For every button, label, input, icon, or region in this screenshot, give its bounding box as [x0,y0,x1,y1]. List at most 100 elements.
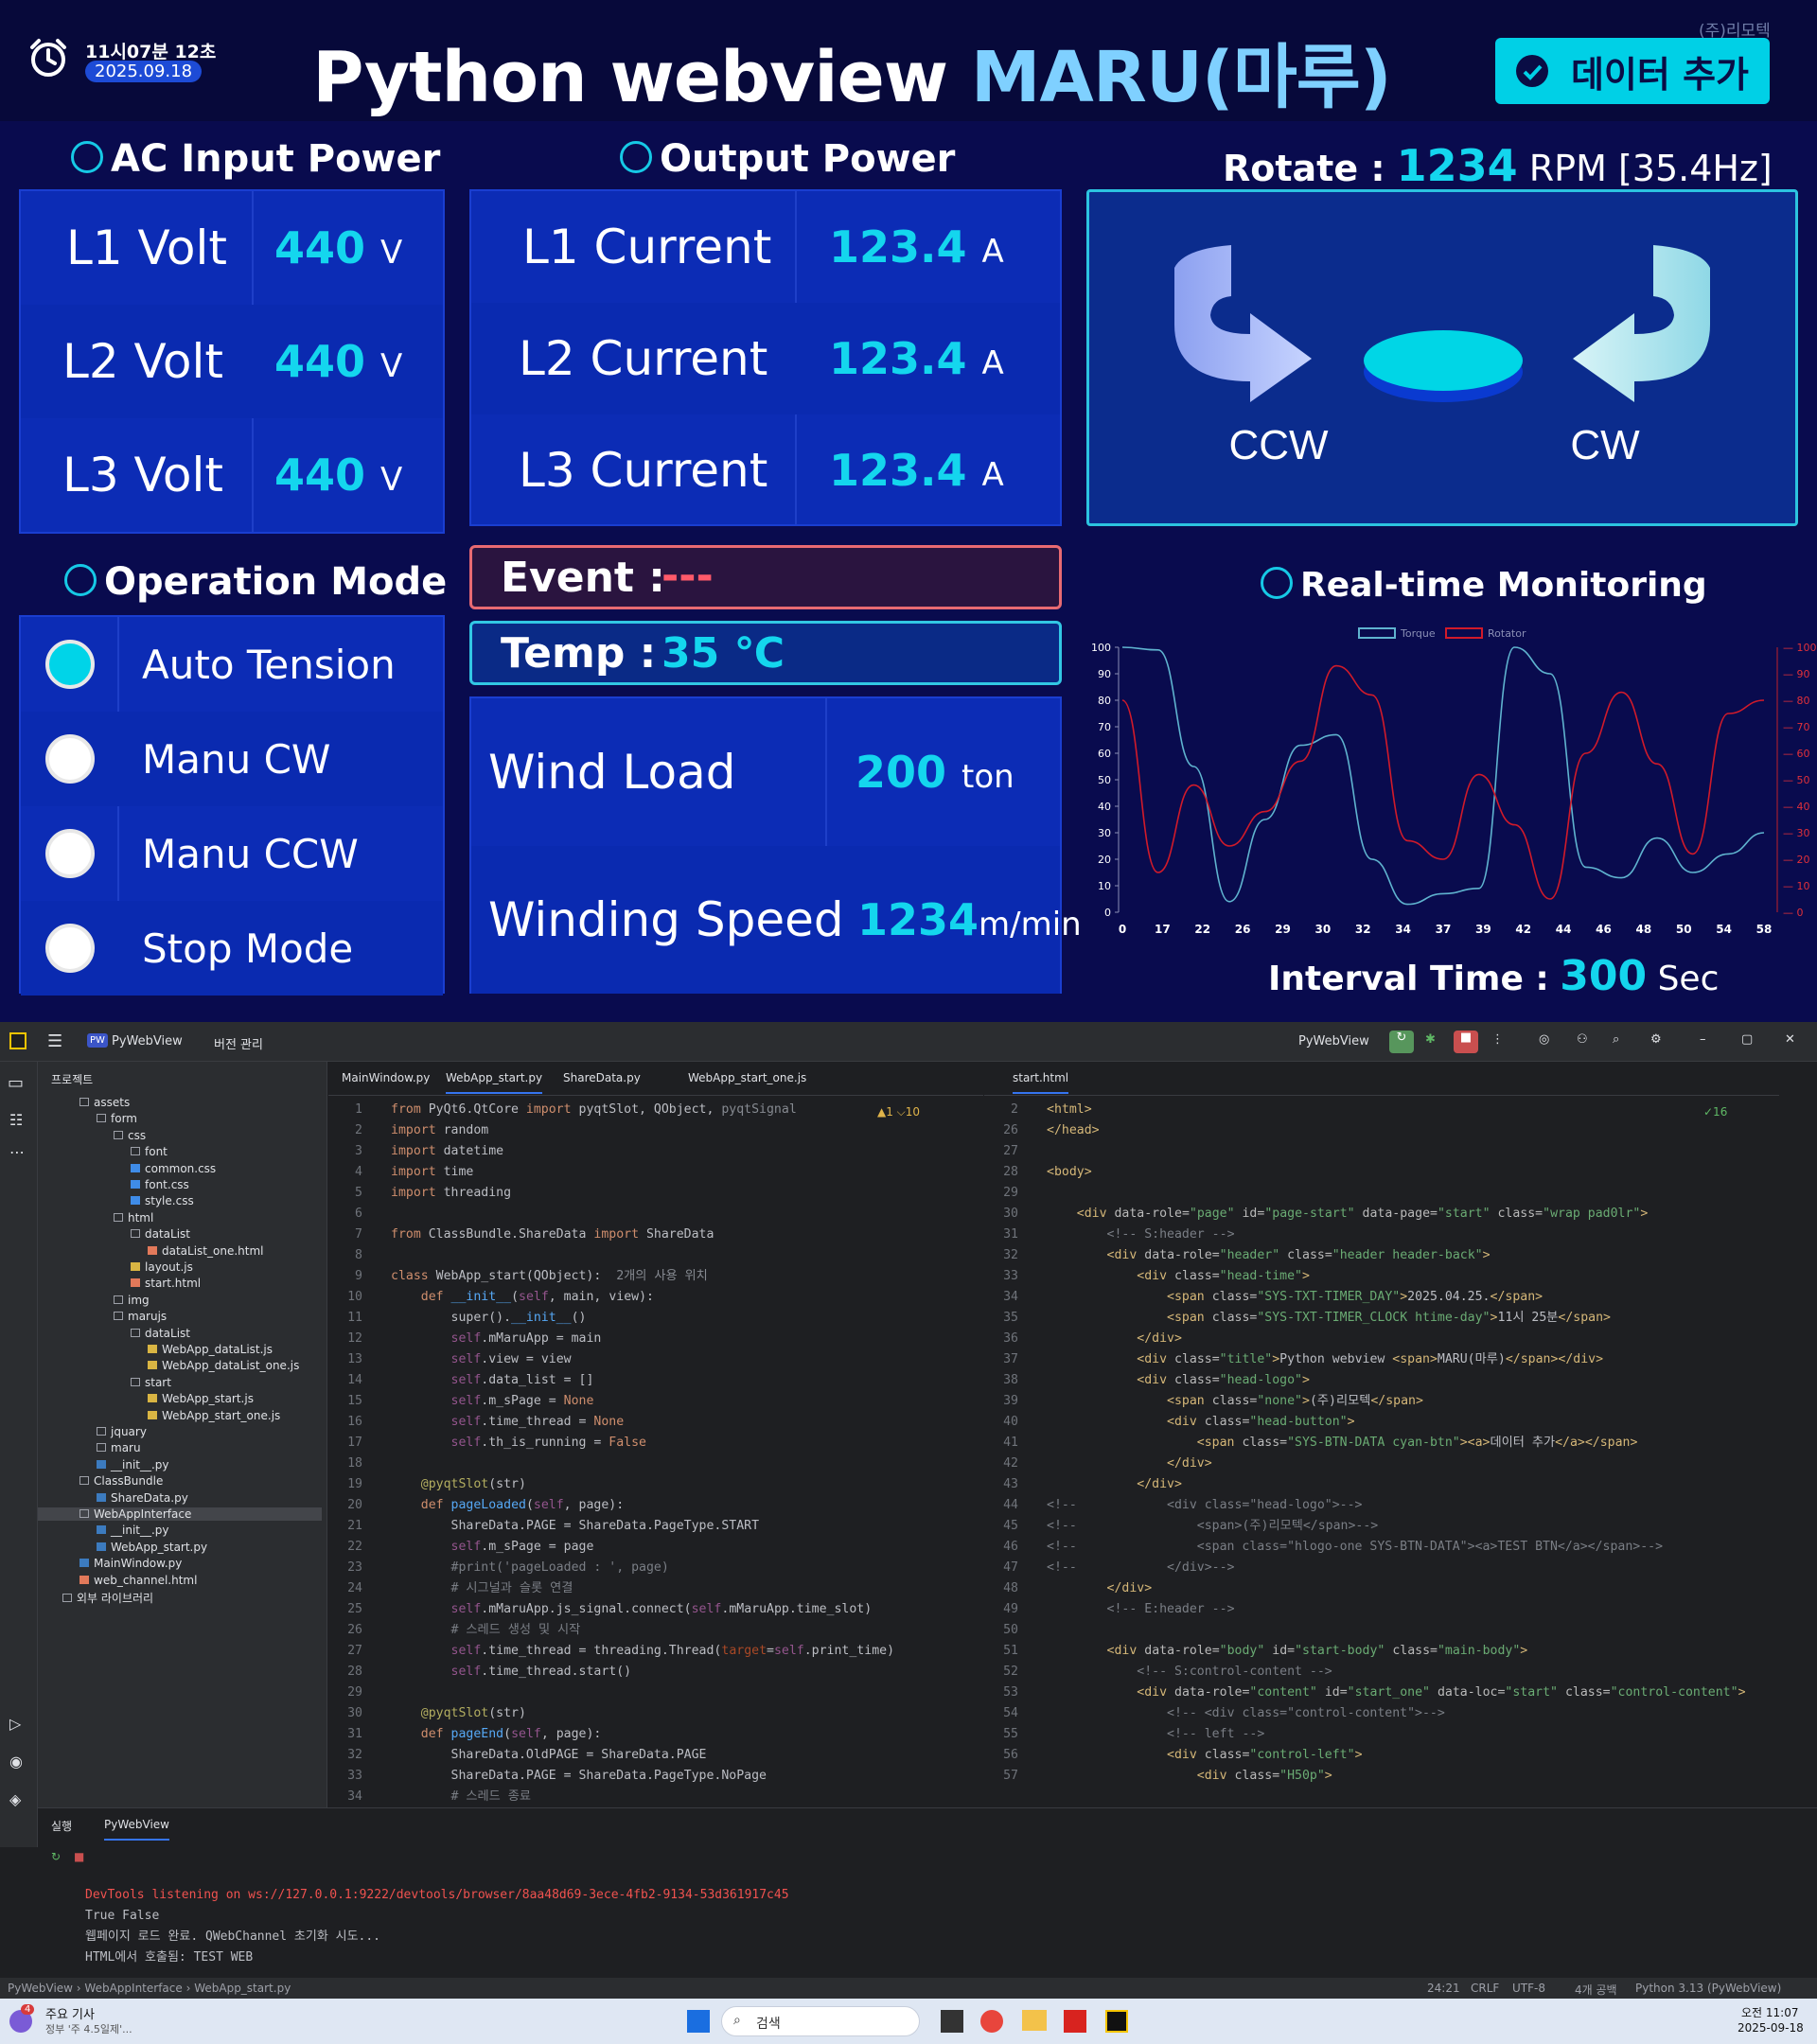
tab-webapp-start-one-js[interactable]: WebApp_start_one.js [688,1071,806,1084]
winding-speed-value: 1234 [857,894,979,945]
tree-item[interactable]: WebApp_dataList_one.js [148,1359,299,1372]
cursor-position[interactable]: 24:21 [1427,1982,1460,1995]
tree-item[interactable]: common.css [131,1162,216,1175]
mode-manu-cw[interactable]: Manu CW [21,712,443,806]
run-tab-label[interactable]: 실행 [51,1818,72,1834]
rotate-title: Rotate : 1234 RPM [35.4Hz] [1223,140,1773,191]
minimize-icon[interactable]: – [1700,1032,1706,1047]
run-tool-icon[interactable]: ▷ [9,1715,21,1733]
cw-arrow-icon[interactable] [1573,245,1710,402]
rerun-icon[interactable]: ↻ [1389,1031,1414,1053]
folder-icon[interactable]: ▭ [8,1073,24,1093]
tree-item[interactable]: WebAppInterface [38,1507,322,1521]
tree-item[interactable]: assets [79,1096,130,1109]
file-encoding[interactable]: UTF-8 [1512,1982,1545,1995]
radio-empty-icon[interactable] [45,734,95,784]
tree-item[interactable]: 외부 라이브러리 [62,1590,153,1606]
structure-icon[interactable]: ☷ [9,1111,23,1129]
chrome-icon[interactable] [980,2010,1003,2033]
tab-mainwindow[interactable]: MainWindow.py [342,1071,430,1084]
tree-item-label: assets [94,1096,131,1109]
layers-icon[interactable]: ◈ [9,1790,21,1808]
breadcrumb-item[interactable]: PyWebView [8,1982,73,1995]
tree-item[interactable]: style.css [131,1194,194,1207]
tab-start-html[interactable]: start.html [1013,1071,1069,1094]
rerun-small-icon[interactable]: ↻ [51,1850,61,1863]
tree-item[interactable]: html [114,1211,153,1225]
taskbar-clock-time[interactable]: 오전 11:07 [1741,2004,1798,2020]
ai-assistant-icon[interactable]: ◎ [1539,1032,1549,1047]
tree-item[interactable]: MainWindow.py [79,1557,182,1570]
tab-webapp-start[interactable]: WebApp_start.py [446,1071,543,1094]
radio-empty-icon[interactable] [45,829,95,878]
mode-stop[interactable]: Stop Mode [21,901,443,996]
tree-item[interactable]: img [114,1294,150,1307]
add-user-icon[interactable]: ⚇ [1577,1032,1588,1047]
more-icon[interactable]: ⋮ [1491,1032,1504,1047]
news-subtitle[interactable]: 정부 '주 4.5일제'... [45,2021,132,2036]
run-tab[interactable]: PyWebView [104,1818,169,1841]
wind-load-value: 200 [856,747,947,798]
stop-small-icon[interactable]: ■ [74,1850,84,1863]
tree-item[interactable]: font.css [131,1178,189,1191]
tree-item[interactable]: dataList [131,1227,190,1241]
tree-item[interactable]: __init__.py [97,1458,169,1471]
html-editor[interactable]: start.html ✓16 2 <html> 26 </head> 27 28 <b… [984,1062,1779,1847]
pycharm-icon[interactable] [1105,2010,1128,2033]
main-menu-icon[interactable]: ☰ [47,1031,62,1051]
tree-item[interactable]: font [131,1145,168,1158]
windows-start-icon[interactable] [687,2010,710,2033]
more-tools-icon[interactable]: ⋯ [9,1143,25,1161]
vcs-menu[interactable]: 버전 관리 [214,1034,263,1052]
tree-item[interactable]: maru [97,1441,141,1454]
tree-item[interactable]: start.html [131,1277,201,1290]
line-separator[interactable]: CRLF [1471,1982,1499,1995]
search-icon[interactable]: ⌕ [1613,1032,1619,1047]
ac-l2-label: L2 Volt [62,334,223,389]
tree-item[interactable]: layout.js [131,1260,193,1274]
tree-item[interactable]: css [114,1129,146,1142]
tree-item[interactable]: start [131,1376,171,1389]
tree-item[interactable]: form [97,1112,137,1125]
tree-item[interactable]: WebApp_start_one.js [148,1409,280,1422]
add-data-button[interactable]: 데이터 추가 [1495,38,1770,104]
breadcrumb-item[interactable]: WebApp_start.py [194,1982,291,1995]
tree-item[interactable]: __init__.py [97,1524,169,1537]
run-config-selector[interactable]: PyWebView [1298,1034,1369,1048]
breadcrumb-item[interactable]: WebAppInterface [84,1982,182,1995]
tree-item[interactable]: dataList_one.html [148,1244,263,1258]
maximize-icon[interactable]: ▢ [1741,1032,1753,1047]
python-packages-icon[interactable]: ◉ [9,1753,23,1771]
tree-item-label: ClassBundle [94,1474,164,1489]
tree-item[interactable]: web_channel.html [79,1574,197,1587]
tree-item[interactable]: jquary [97,1425,147,1438]
taskbar-search[interactable]: ⌕ 검색 [721,2006,920,2036]
indent-setting[interactable]: 4개 공백 [1575,1982,1617,1998]
tree-item[interactable]: WebApp_start.py [97,1541,207,1554]
terminal-icon[interactable] [941,2010,963,2033]
file-explorer-icon[interactable] [1022,2010,1047,2031]
project-panel-title[interactable]: 프로젝트 [51,1071,93,1087]
news-title[interactable]: 주요 기사 [45,2004,95,2022]
tree-item[interactable]: WebApp_start.js [148,1392,254,1405]
mode-manu-ccw[interactable]: Manu CCW [21,806,443,901]
project-switcher[interactable]: PyWebView [112,1034,183,1048]
ccw-arrow-icon[interactable] [1174,245,1312,402]
radio-selected-icon[interactable] [45,640,95,689]
acrobat-icon[interactable] [1064,2010,1086,2033]
debug-icon[interactable]: ✱ [1425,1032,1436,1047]
taskbar-clock-date[interactable]: 2025-09-18 [1738,2021,1804,2035]
tree-item[interactable]: WebApp_dataList.js [148,1343,273,1356]
settings-gear-icon[interactable]: ⚙ [1650,1032,1662,1047]
radio-empty-icon[interactable] [45,924,95,973]
tree-item[interactable]: ClassBundle [79,1474,163,1488]
tree-item[interactable]: marujs [114,1310,167,1323]
stop-icon[interactable]: ■ [1454,1031,1478,1053]
tree-item[interactable]: dataList [131,1327,190,1340]
tab-sharedata[interactable]: ShareData.py [563,1071,641,1084]
mode-auto-tension[interactable]: Auto Tension [21,617,443,712]
python-interpreter[interactable]: Python 3.13 (PyWebView) [1635,1982,1781,1995]
close-icon[interactable]: ✕ [1785,1032,1795,1047]
python-editor[interactable]: MainWindow.py WebApp_start.py ShareData.… [328,1062,983,1847]
tree-item[interactable]: ShareData.py [97,1491,188,1505]
